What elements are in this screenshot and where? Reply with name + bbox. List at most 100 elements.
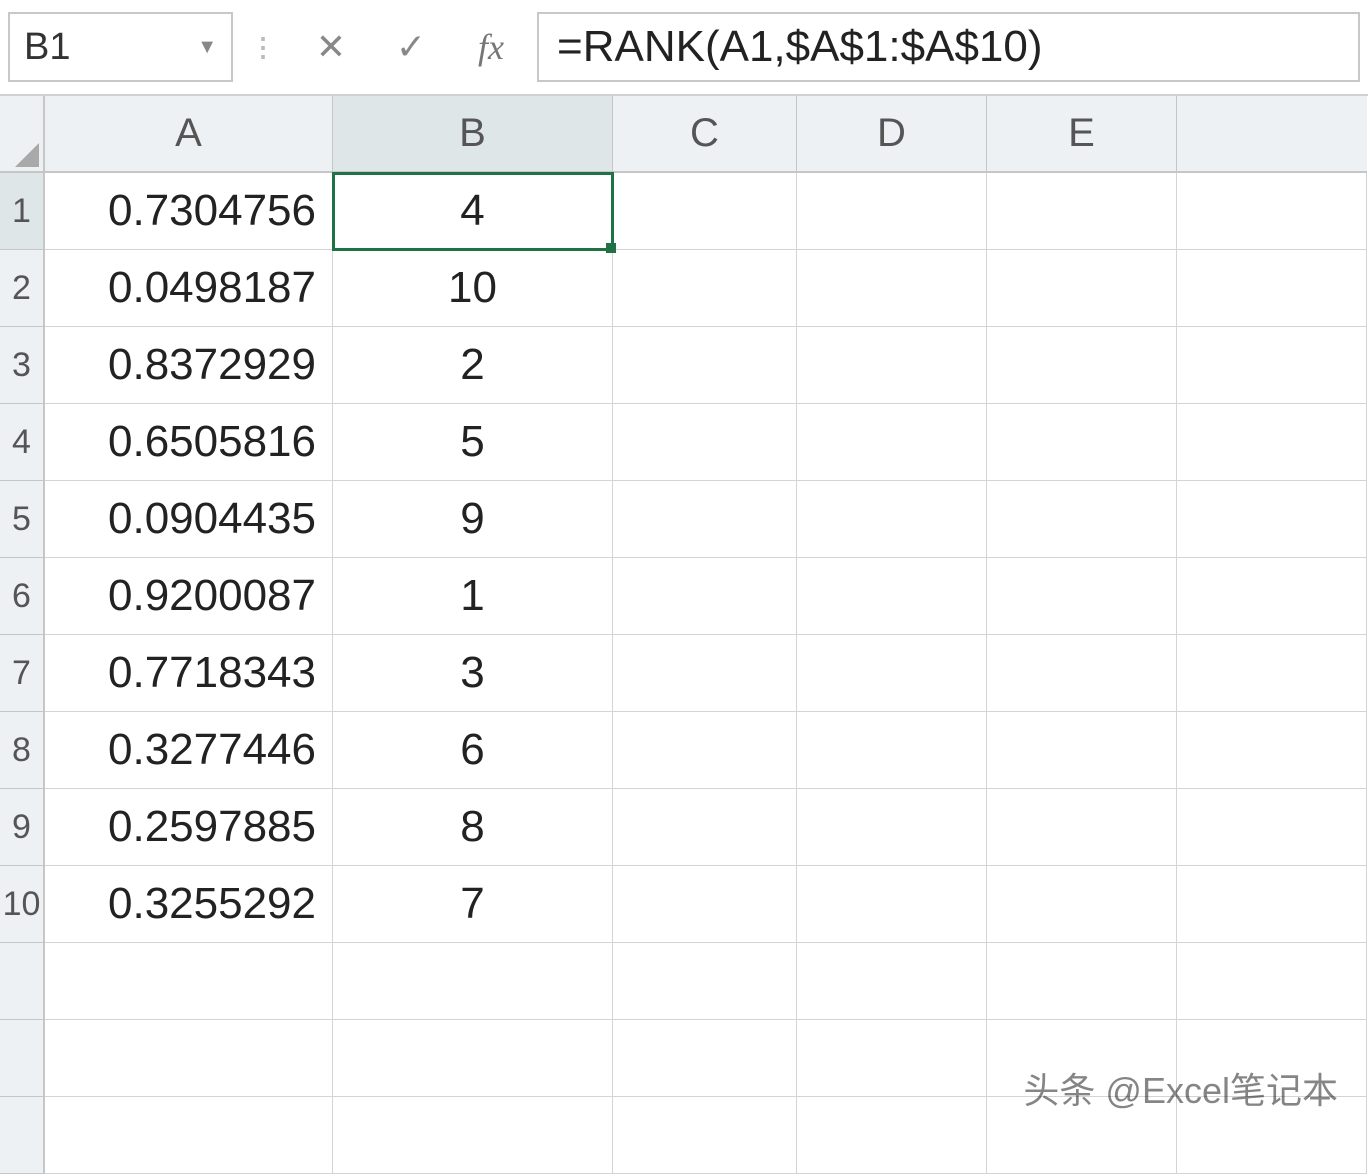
cell-b12[interactable] bbox=[333, 1020, 613, 1097]
cell-a13[interactable] bbox=[45, 1097, 333, 1174]
column-header-e[interactable]: E bbox=[987, 96, 1177, 173]
cell-c8[interactable] bbox=[613, 712, 797, 789]
cell-d11[interactable] bbox=[797, 943, 987, 1020]
cell-f2[interactable] bbox=[1177, 250, 1367, 327]
cell-b8[interactable]: 6 bbox=[333, 712, 613, 789]
cell-e8[interactable] bbox=[987, 712, 1177, 789]
row-header-2[interactable]: 2 bbox=[0, 250, 45, 327]
cell-f9[interactable] bbox=[1177, 789, 1367, 866]
cell-c3[interactable] bbox=[613, 327, 797, 404]
cell-c7[interactable] bbox=[613, 635, 797, 712]
cell-b2[interactable]: 10 bbox=[333, 250, 613, 327]
cell-d1[interactable] bbox=[797, 173, 987, 250]
cell-f10[interactable] bbox=[1177, 866, 1367, 943]
formula-input[interactable]: =RANK(A1,$A$1:$A$10) bbox=[537, 12, 1360, 82]
cell-d8[interactable] bbox=[797, 712, 987, 789]
name-box[interactable]: B1 ▼ bbox=[8, 12, 233, 82]
cell-e9[interactable] bbox=[987, 789, 1177, 866]
row-header-10[interactable]: 10 bbox=[0, 866, 45, 943]
cell-e10[interactable] bbox=[987, 866, 1177, 943]
cell-e5[interactable] bbox=[987, 481, 1177, 558]
cell-f6[interactable] bbox=[1177, 558, 1367, 635]
cell-c4[interactable] bbox=[613, 404, 797, 481]
row-header-12[interactable] bbox=[0, 1020, 45, 1097]
cell-e12[interactable] bbox=[987, 1020, 1177, 1097]
row-header-3[interactable]: 3 bbox=[0, 327, 45, 404]
chevron-down-icon[interactable]: ▼ bbox=[197, 36, 217, 59]
cell-a9[interactable]: 0.2597885 bbox=[45, 789, 333, 866]
cell-b3[interactable]: 2 bbox=[333, 327, 613, 404]
cell-e7[interactable] bbox=[987, 635, 1177, 712]
row-header-5[interactable]: 5 bbox=[0, 481, 45, 558]
cell-b5[interactable]: 9 bbox=[333, 481, 613, 558]
cell-b9[interactable]: 8 bbox=[333, 789, 613, 866]
cell-a2[interactable]: 0.0498187 bbox=[45, 250, 333, 327]
cancel-button[interactable]: ✕ bbox=[297, 12, 365, 82]
cell-b13[interactable] bbox=[333, 1097, 613, 1174]
cell-a3[interactable]: 0.8372929 bbox=[45, 327, 333, 404]
cell-f13[interactable] bbox=[1177, 1097, 1367, 1174]
cell-d3[interactable] bbox=[797, 327, 987, 404]
cell-c5[interactable] bbox=[613, 481, 797, 558]
cell-f12[interactable] bbox=[1177, 1020, 1367, 1097]
cell-a6[interactable]: 0.9200087 bbox=[45, 558, 333, 635]
insert-function-button[interactable]: fx bbox=[457, 12, 525, 82]
cell-f1[interactable] bbox=[1177, 173, 1367, 250]
row-header-1[interactable]: 1 bbox=[0, 173, 45, 250]
cell-a1[interactable]: 0.7304756 bbox=[45, 173, 333, 250]
column-header-b[interactable]: B bbox=[333, 96, 613, 173]
column-header-a[interactable]: A bbox=[45, 96, 333, 173]
cell-c12[interactable] bbox=[613, 1020, 797, 1097]
cell-e3[interactable] bbox=[987, 327, 1177, 404]
column-header-c[interactable]: C bbox=[613, 96, 797, 173]
cell-f8[interactable] bbox=[1177, 712, 1367, 789]
cell-d12[interactable] bbox=[797, 1020, 987, 1097]
cell-d4[interactable] bbox=[797, 404, 987, 481]
cell-a10[interactable]: 0.3255292 bbox=[45, 866, 333, 943]
row-header-11[interactable] bbox=[0, 943, 45, 1020]
cell-b6[interactable]: 1 bbox=[333, 558, 613, 635]
row-header-7[interactable]: 7 bbox=[0, 635, 45, 712]
cell-a7[interactable]: 0.7718343 bbox=[45, 635, 333, 712]
row-header-9[interactable]: 9 bbox=[0, 789, 45, 866]
cell-d9[interactable] bbox=[797, 789, 987, 866]
cell-c9[interactable] bbox=[613, 789, 797, 866]
cell-c10[interactable] bbox=[613, 866, 797, 943]
column-header-d[interactable]: D bbox=[797, 96, 987, 173]
row-header-6[interactable]: 6 bbox=[0, 558, 45, 635]
cell-f4[interactable] bbox=[1177, 404, 1367, 481]
cell-e6[interactable] bbox=[987, 558, 1177, 635]
cell-b7[interactable]: 3 bbox=[333, 635, 613, 712]
column-header-blank[interactable] bbox=[1177, 96, 1367, 173]
cell-d6[interactable] bbox=[797, 558, 987, 635]
cell-d2[interactable] bbox=[797, 250, 987, 327]
cell-a11[interactable] bbox=[45, 943, 333, 1020]
cell-e13[interactable] bbox=[987, 1097, 1177, 1174]
cell-c6[interactable] bbox=[613, 558, 797, 635]
cell-d7[interactable] bbox=[797, 635, 987, 712]
cell-f3[interactable] bbox=[1177, 327, 1367, 404]
cell-d10[interactable] bbox=[797, 866, 987, 943]
cell-a8[interactable]: 0.3277446 bbox=[45, 712, 333, 789]
cell-f5[interactable] bbox=[1177, 481, 1367, 558]
cell-b10[interactable]: 7 bbox=[333, 866, 613, 943]
cell-b1[interactable]: 4 bbox=[333, 173, 613, 250]
cell-c2[interactable] bbox=[613, 250, 797, 327]
cell-f7[interactable] bbox=[1177, 635, 1367, 712]
cell-e1[interactable] bbox=[987, 173, 1177, 250]
select-all-corner[interactable] bbox=[0, 96, 45, 173]
cell-a4[interactable]: 0.6505816 bbox=[45, 404, 333, 481]
cell-f11[interactable] bbox=[1177, 943, 1367, 1020]
cell-e4[interactable] bbox=[987, 404, 1177, 481]
cell-d13[interactable] bbox=[797, 1097, 987, 1174]
cell-b4[interactable]: 5 bbox=[333, 404, 613, 481]
cell-e11[interactable] bbox=[987, 943, 1177, 1020]
cell-b11[interactable] bbox=[333, 943, 613, 1020]
cell-c13[interactable] bbox=[613, 1097, 797, 1174]
cell-c1[interactable] bbox=[613, 173, 797, 250]
row-header-8[interactable]: 8 bbox=[0, 712, 45, 789]
enter-button[interactable]: ✓ bbox=[377, 12, 445, 82]
cell-c11[interactable] bbox=[613, 943, 797, 1020]
cell-a12[interactable] bbox=[45, 1020, 333, 1097]
row-header-13[interactable] bbox=[0, 1097, 45, 1174]
